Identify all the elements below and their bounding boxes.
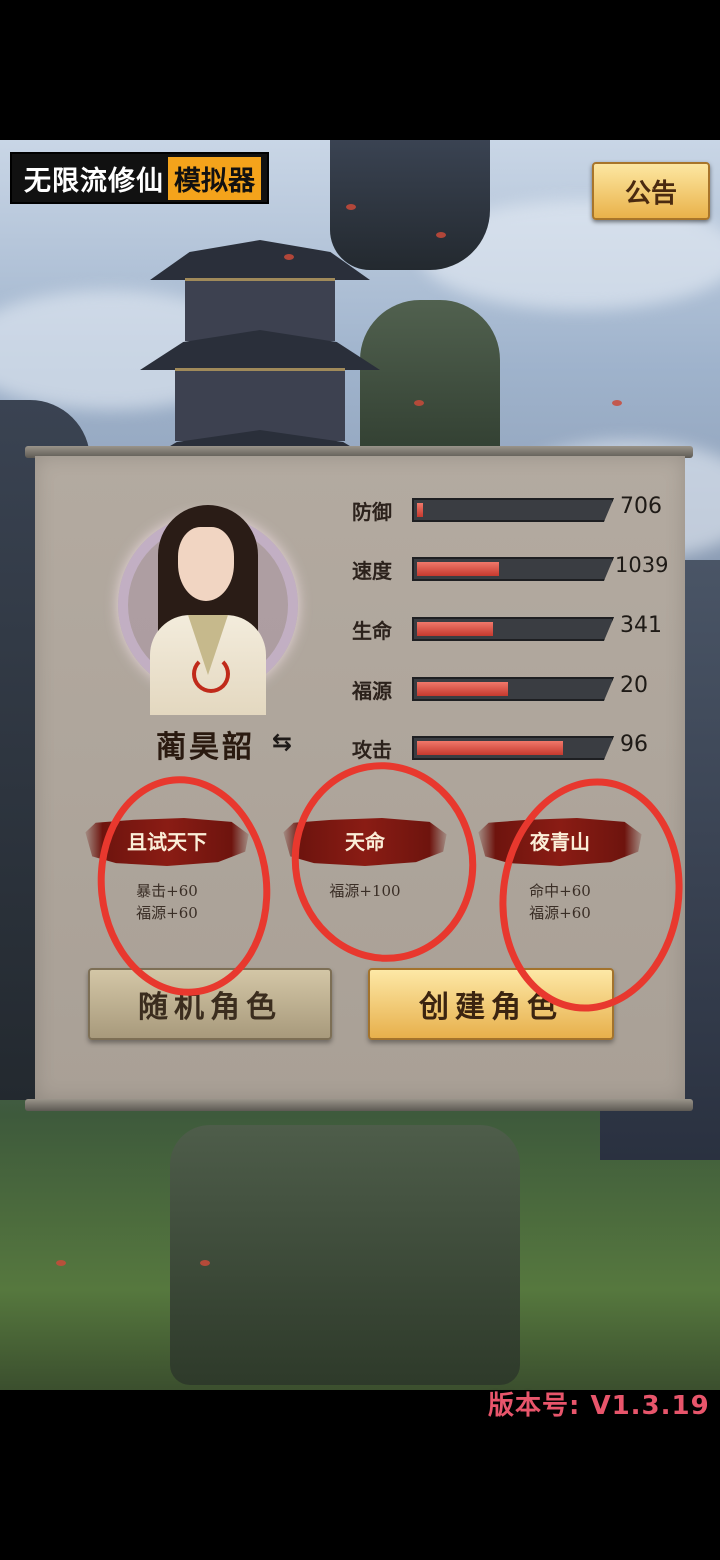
stat-label: 生命	[352, 619, 392, 643]
stat-label: 速度	[352, 559, 392, 583]
stat-fill	[417, 741, 563, 755]
version-label: 版本号: V1.3.19	[488, 1391, 710, 1421]
stat-value: 706	[620, 494, 662, 519]
stat-value: 1039	[615, 553, 669, 577]
title-highlight: 模拟器	[168, 156, 261, 200]
title-main: 无限流修仙	[24, 165, 164, 197]
stat-speed: 速度 1039	[352, 553, 682, 583]
notice-button[interactable]: 公告	[592, 162, 710, 220]
swap-icon[interactable]: ⇆	[272, 728, 292, 756]
stat-fill	[417, 622, 493, 636]
stat-fortune: 福源 20	[352, 673, 682, 703]
stat-bar	[412, 736, 614, 760]
scroll-rod-bottom	[25, 1099, 693, 1111]
stat-fill	[417, 503, 423, 517]
stat-bar	[412, 498, 614, 522]
stat-value: 96	[620, 732, 648, 757]
stat-value: 20	[620, 673, 648, 698]
stat-bar	[412, 677, 614, 701]
character-portrait	[148, 505, 268, 715]
stat-life: 生命 341	[352, 613, 682, 643]
stat-bar	[412, 557, 614, 581]
character-name: 蔺昊韶	[156, 730, 255, 765]
stat-attack: 攻击 96	[352, 732, 682, 762]
app-title: 无限流修仙 模拟器	[10, 152, 269, 204]
stat-label: 攻击	[352, 738, 392, 762]
stat-fill	[417, 562, 499, 576]
stat-label: 福源	[352, 679, 392, 703]
stat-defense: 防御 706	[352, 494, 682, 524]
stat-value: 341	[620, 613, 662, 638]
stat-bar	[412, 617, 614, 641]
stat-label: 防御	[352, 500, 392, 524]
stat-fill	[417, 682, 508, 696]
